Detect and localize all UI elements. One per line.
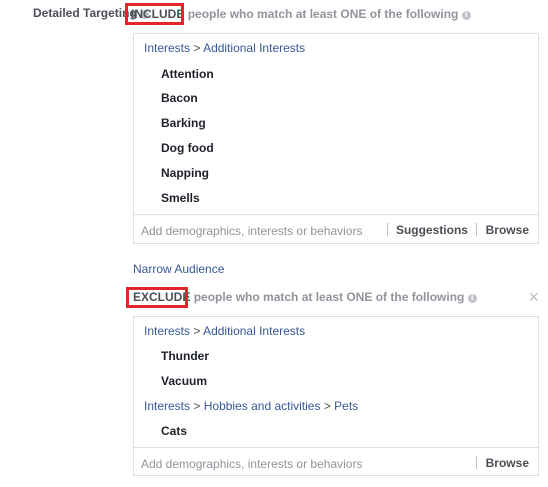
exclude-targeting-box: Interests > Additional Interests Thunder… [133,316,539,476]
include-highlight-box [125,3,184,25]
interest-item[interactable]: Thunder [161,349,209,363]
breadcrumb-hobbies-and-activities[interactable]: Hobbies and activities [204,399,321,413]
info-icon[interactable]: i [461,11,471,20]
interest-item[interactable]: Napping [161,166,209,180]
narrow-audience-link[interactable]: Narrow Audience [133,262,224,276]
close-icon[interactable]: ✕ [528,290,540,304]
exclude-breadcrumb-pets: Interests > Hobbies and activities > Pet… [144,399,359,413]
exclude-search-input[interactable]: Add demographics, interests or behaviors [141,457,362,471]
interest-item[interactable]: Attention [161,67,214,81]
exclude-input-row: Add demographics, interests or behaviors… [134,447,538,478]
include-actions: Suggestions Browse [382,223,529,237]
interest-item[interactable]: Barking [161,116,206,130]
include-rule-text: people who match at least ONE of the fol… [187,7,459,21]
exclude-breadcrumb: Interests > Additional Interests [144,324,306,338]
info-icon[interactable]: i [467,294,477,303]
exclude-actions: Browse [471,456,529,470]
browse-button[interactable]: Browse [486,223,529,237]
breadcrumb-pets[interactable]: Pets [334,399,358,413]
breadcrumb-interests[interactable]: Interests [144,399,190,413]
divider [476,456,478,469]
breadcrumb-interests[interactable]: Interests [144,324,190,338]
exclude-highlight-box [126,287,188,308]
divider [476,223,478,236]
interest-item[interactable]: Bacon [161,91,198,105]
interest-item[interactable]: Smells [161,191,200,205]
include-input-row: Add demographics, interests or behaviors… [134,214,538,245]
exclude-rule-text: people who match at least ONE of the fol… [193,290,465,304]
divider [386,223,388,236]
include-targeting-box: Interests > Additional Interests Attenti… [133,33,539,244]
breadcrumb-additional-interests[interactable]: Additional Interests [203,324,305,338]
detailed-targeting-text: Detailed Targeting [33,6,137,20]
include-search-input[interactable]: Add demographics, interests or behaviors [141,224,362,238]
browse-button[interactable]: Browse [486,456,529,470]
suggestions-button[interactable]: Suggestions [396,223,468,237]
breadcrumb-additional-interests[interactable]: Additional Interests [203,41,305,55]
include-breadcrumb: Interests > Additional Interests [144,41,306,55]
interest-item[interactable]: Dog food [161,141,214,155]
interest-item[interactable]: Vacuum [161,374,207,388]
interest-item[interactable]: Cats [161,424,187,438]
breadcrumb-interests[interactable]: Interests [144,41,190,55]
